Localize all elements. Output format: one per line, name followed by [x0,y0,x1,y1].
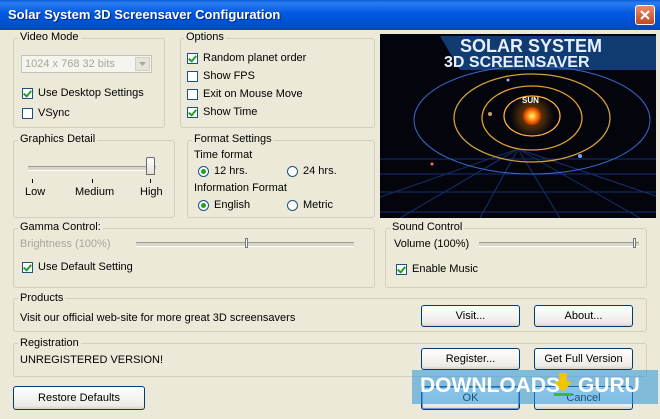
sun-label: SUN [522,96,539,105]
show-fps-checkbox[interactable] [187,71,198,82]
graphics-detail-slider-thumb[interactable] [146,157,155,175]
time-format-label: Time format [194,149,253,161]
preview-title-line2: 3D SCREENSAVER [444,54,590,71]
vsync-label: VSync [38,107,70,119]
tick-medium [92,179,93,183]
products-text: Visit our official web-site for more gre… [20,312,296,324]
window-title: Solar System 3D Screensaver Configuratio… [8,7,281,22]
enable-music-label: Enable Music [412,263,479,275]
exit-on-mouse-move-label: Exit on Mouse Move [203,88,303,100]
use-desktop-settings-label: Use Desktop Settings [38,87,144,99]
english-radio[interactable] [198,200,209,211]
visit-button[interactable]: Visit... [421,305,520,327]
format-settings-legend: Format Settings [192,133,274,145]
time-24h-label: 24 hrs. [303,165,337,177]
show-fps-label: Show FPS [203,70,255,82]
use-default-setting-checkbox[interactable] [22,262,33,273]
registration-status: UNREGISTERED VERSION! [20,354,164,366]
sound-control-legend: Sound Control [390,221,465,233]
get-full-version-button[interactable]: Get Full Version [534,348,633,370]
time-12h-radio[interactable] [198,166,209,177]
resolution-select: 1024 x 768 32 bits [21,55,152,73]
metric-radio[interactable] [287,200,298,211]
sound-control-group [385,228,647,288]
video-mode-group [13,38,165,128]
use-default-setting-label: Use Default Setting [38,261,133,273]
information-format-label: Information Format [194,182,287,194]
video-mode-legend: Video Mode [18,31,81,43]
brightness-label: Brightness (100%) [20,238,111,250]
graphics-detail-legend: Graphics Detail [18,133,98,145]
chevron-down-icon [135,57,150,71]
gamma-control-group [13,228,375,288]
graphics-medium-label: Medium [75,186,115,198]
close-icon [640,10,650,20]
volume-slider-thumb[interactable] [633,238,636,248]
download-arrow-icon [552,372,574,396]
volume-slider-track[interactable] [479,242,639,247]
preview-image: SOLAR SYSTEM 3D SCREENSAVER SUN [380,34,656,218]
watermark-text-left: DOWNLOADS [420,374,560,397]
show-time-label: Show Time [203,106,258,118]
random-planet-order-checkbox[interactable] [187,53,198,64]
registration-legend: Registration [18,337,81,349]
volume-label: Volume (100%) [394,238,470,250]
tick-low [32,179,33,183]
close-button[interactable] [635,5,655,25]
metric-label: Metric [303,199,333,211]
time-12h-label: 12 hrs. [214,165,248,177]
use-desktop-settings-checkbox[interactable] [22,88,33,99]
about-button[interactable]: About... [534,305,633,327]
graphics-low-label: Low [25,186,46,198]
watermark-text-right: GURU [578,374,640,397]
restore-defaults-button[interactable]: Restore Defaults [13,386,145,410]
resolution-value: 1024 x 768 32 bits [25,58,115,70]
show-time-checkbox[interactable] [187,107,198,118]
brightness-slider-thumb[interactable] [245,238,248,248]
exit-on-mouse-move-checkbox[interactable] [187,89,198,100]
graphics-high-label: High [140,186,163,198]
register-button[interactable]: Register... [421,348,520,370]
gamma-control-legend: Gamma Control: [18,221,103,233]
vsync-checkbox[interactable] [22,108,33,119]
time-24h-radio[interactable] [287,166,298,177]
enable-music-checkbox[interactable] [396,264,407,275]
products-legend: Products [18,292,66,304]
tick-high [150,179,151,183]
english-label: English [214,199,251,211]
graphics-detail-slider-track[interactable] [28,166,156,171]
random-planet-order-label: Random planet order [203,52,307,64]
options-legend: Options [184,31,226,43]
